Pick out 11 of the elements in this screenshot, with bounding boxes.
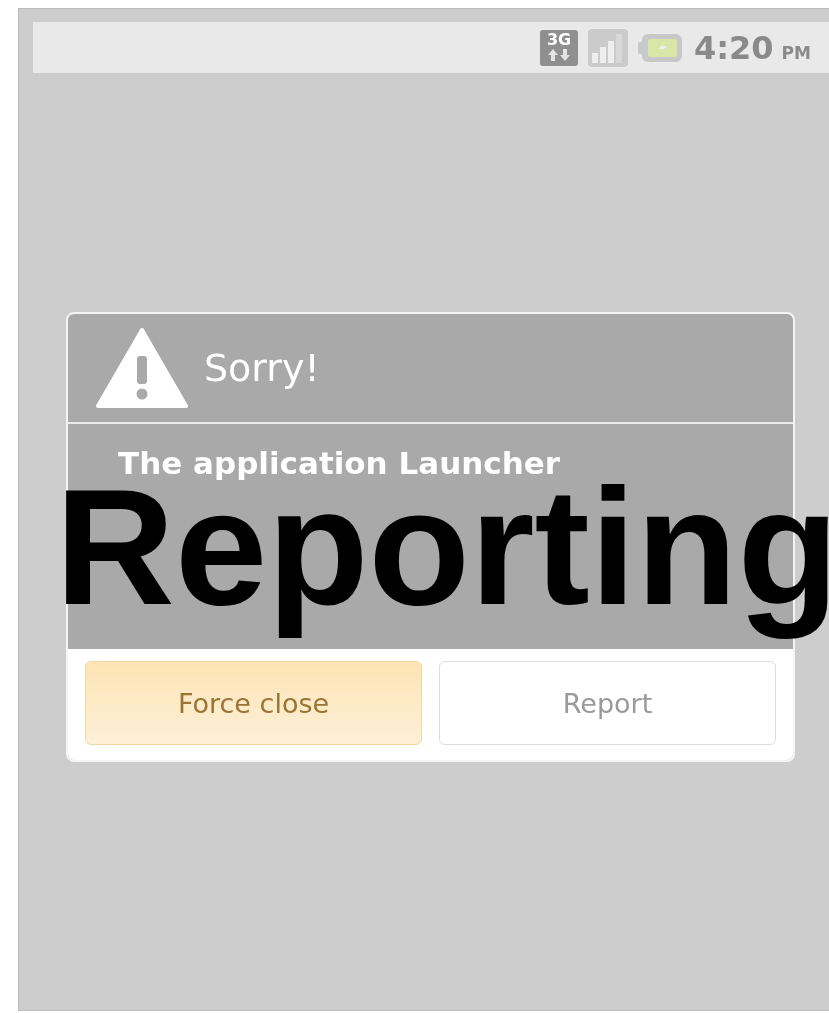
signal-icon [588,28,628,67]
network-3g-icon: 3G [540,29,578,66]
overlay-caption: Reporting [55,481,829,641]
report-button[interactable]: Report [439,661,776,745]
clock-time: 4:20 [694,28,774,67]
dialog-message: The application Launcher [118,445,561,481]
battery-icon [638,32,684,63]
warning-icon [96,328,188,408]
clock-period: PM [781,42,811,63]
force-close-button[interactable]: Force close [85,661,422,745]
dialog-title: Sorry! [204,346,320,390]
